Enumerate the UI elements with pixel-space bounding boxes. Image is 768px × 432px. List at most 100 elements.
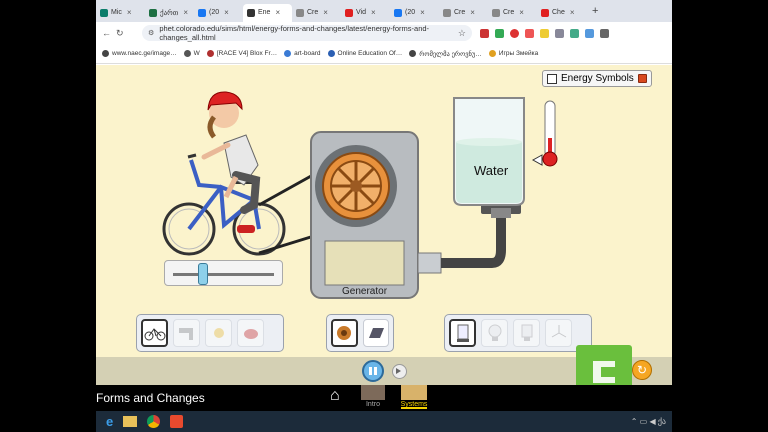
tab-favicon-icon xyxy=(541,8,549,17)
tab-label: (20 xyxy=(405,9,416,16)
browser-tab[interactable]: ქართ × xyxy=(145,4,194,22)
bookmark-label: [RACE V4] Blox Fr… xyxy=(216,50,278,57)
extension-icon[interactable] xyxy=(555,28,564,38)
edge-icon[interactable]: e xyxy=(106,414,113,429)
browser-window: Mic × ქართ × (20 × Ene × Cre × Vid × (20 × Cre × Cre × Che… xyxy=(96,0,672,432)
pause-button[interactable] xyxy=(361,360,384,382)
faucet-icon xyxy=(178,328,193,340)
browser-tab[interactable]: Ene × xyxy=(243,3,292,22)
close-tab-icon[interactable]: × xyxy=(323,8,328,17)
close-tab-icon[interactable]: × xyxy=(570,8,575,17)
browser-tab[interactable]: Vid × xyxy=(341,4,390,22)
extensions-puzzle-icon[interactable] xyxy=(600,28,609,38)
intro-thumbnail xyxy=(361,385,385,400)
tab-label: Cre xyxy=(307,9,319,16)
browser-tab[interactable]: Mic × xyxy=(96,4,145,22)
url-text: phet.colorado.edu/sims/html/energy-forms… xyxy=(159,24,430,42)
wire-connector xyxy=(441,215,506,268)
step-button[interactable] xyxy=(391,363,407,379)
faucet-source-button[interactable] xyxy=(173,319,200,347)
browser-tab[interactable]: (20 × xyxy=(194,4,243,22)
back-icon[interactable]: ← xyxy=(102,28,111,39)
url-bar[interactable]: ⚙ phet.colorado.edu/sims/html/energy-for… xyxy=(142,24,472,42)
bookmark-item[interactable]: Online Education Of… xyxy=(327,50,402,57)
cyclist[interactable] xyxy=(162,91,286,256)
close-tab-icon[interactable]: × xyxy=(371,8,376,17)
extension-icon[interactable] xyxy=(495,28,504,38)
camtasia-icon[interactable] xyxy=(170,415,184,428)
incandescent-bulb-user-button[interactable] xyxy=(481,319,508,347)
tab-label: Vid xyxy=(356,9,366,16)
site-info-icon[interactable]: ⚙ xyxy=(148,29,155,37)
water-label: Water xyxy=(474,163,509,178)
tab-favicon-icon xyxy=(296,8,304,17)
tab-label: Ene xyxy=(258,9,271,16)
tab-favicon-icon xyxy=(443,8,451,17)
tab-strip: Mic × ქართ × (20 × Ene × Cre × Vid × (20 × Cre × Cre × Che… xyxy=(96,0,672,22)
bookmarks-bar: www.naec.ge/image… W [RACE V4] Blox Fr… art… xyxy=(96,44,672,64)
screen-intro-label: Intro xyxy=(365,401,380,408)
bookmark-item[interactable]: W xyxy=(183,50,200,57)
browser-tab[interactable]: Cre × xyxy=(439,4,488,22)
tab-label: Cre xyxy=(454,9,466,16)
bicycle-icon xyxy=(144,328,165,341)
bookmark-label: www.naec.ge/image… xyxy=(112,50,177,57)
bookmark-star-icon[interactable]: ☆ xyxy=(458,28,466,39)
generator-label: Generator xyxy=(342,286,388,297)
fluorescent-bulb-user-button[interactable] xyxy=(513,319,540,347)
file-explorer-icon[interactable] xyxy=(123,416,138,427)
extension-icon[interactable] xyxy=(570,28,579,38)
close-tab-icon[interactable]: × xyxy=(183,8,188,17)
extension-icon[interactable] xyxy=(510,28,519,38)
bookmark-item[interactable]: [RACE V4] Blox Fr… xyxy=(206,50,278,57)
screen-systems-label: Systems xyxy=(400,401,428,408)
energy-user-panel xyxy=(444,314,592,352)
teapot-icon xyxy=(243,329,258,339)
pedal-speed-slider[interactable] xyxy=(164,260,283,286)
extension-icon[interactable] xyxy=(525,28,534,38)
browser-tab[interactable]: (20 × xyxy=(390,4,439,22)
beaker[interactable] xyxy=(453,97,525,218)
bookmark-item[interactable]: art-board xyxy=(284,50,321,57)
home-icon[interactable]: ⌂ xyxy=(330,387,340,405)
sun-source-button[interactable] xyxy=(205,319,232,347)
bookmark-favicon-icon xyxy=(284,50,292,57)
extension-icon[interactable] xyxy=(585,28,594,38)
close-tab-icon[interactable]: × xyxy=(470,8,475,17)
browser-tab[interactable]: Cre × xyxy=(488,4,537,22)
tab-label: Mic xyxy=(111,9,122,16)
new-tab-button[interactable]: + xyxy=(592,5,598,17)
close-tab-icon[interactable]: × xyxy=(275,8,280,17)
extension-icon[interactable] xyxy=(480,28,489,38)
browser-tab[interactable]: Che × xyxy=(537,4,586,22)
thermometer[interactable] xyxy=(531,100,558,167)
bookmark-item[interactable]: www.naec.ge/image… xyxy=(102,50,177,57)
bookmark-item[interactable]: რომელმა ეროვნუ… xyxy=(409,50,482,58)
beaker-user-button[interactable] xyxy=(449,319,476,347)
tab-favicon-icon xyxy=(149,8,157,17)
extension-icon[interactable] xyxy=(540,28,549,38)
teapot-source-button[interactable] xyxy=(237,319,264,347)
generator-converter-button[interactable] xyxy=(331,319,358,347)
close-tab-icon[interactable]: × xyxy=(420,8,425,17)
slider-thumb[interactable] xyxy=(198,263,209,285)
bicycle-source-button[interactable] xyxy=(141,319,168,347)
bookmark-favicon-icon xyxy=(102,50,109,57)
bookmark-favicon-icon xyxy=(206,50,214,57)
browser-tab[interactable]: Cre × xyxy=(292,4,341,22)
beaker-heater-icon xyxy=(456,324,469,342)
tab-favicon-icon xyxy=(492,8,500,17)
close-tab-icon[interactable]: × xyxy=(519,8,524,17)
bookmark-item[interactable]: Игры Змейка xyxy=(488,50,538,57)
close-tab-icon[interactable]: × xyxy=(224,8,229,17)
bookmark-label: W xyxy=(193,50,200,57)
fan-user-button[interactable] xyxy=(545,319,572,347)
close-tab-icon[interactable]: × xyxy=(127,8,132,17)
chrome-icon[interactable] xyxy=(147,415,161,428)
reload-icon[interactable]: ↻ xyxy=(116,28,124,39)
slider-track[interactable] xyxy=(173,273,274,276)
generator[interactable] xyxy=(310,131,442,299)
energy-source-panel xyxy=(136,314,284,352)
reset-all-button[interactable]: ↻ xyxy=(632,360,652,380)
solar-panel-converter-button[interactable] xyxy=(362,319,389,347)
